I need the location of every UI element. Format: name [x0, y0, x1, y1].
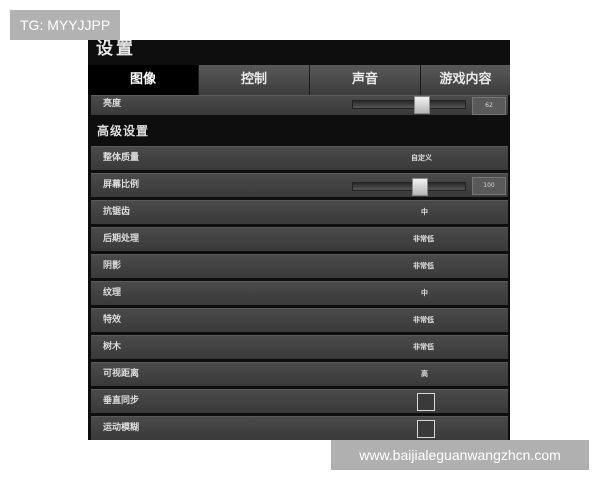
setting-value[interactable]: 非常低: [413, 336, 434, 359]
setting-label: 运动模糊: [103, 423, 140, 433]
setting-value[interactable]: 非常低: [413, 228, 434, 251]
setting-value[interactable]: 自定义: [411, 147, 432, 170]
screen-ratio-value-box[interactable]: 100: [472, 177, 506, 195]
setting-label: 屏幕比例: [103, 180, 140, 190]
setting-label: 树木: [103, 342, 122, 352]
setting-row-view-distance[interactable]: 可视距离 高: [91, 362, 508, 386]
watermark-top-left: TG: MYYJJPP: [10, 10, 121, 40]
brightness-value-box[interactable]: 62: [472, 97, 506, 115]
setting-label: 抗锯齿: [103, 207, 131, 217]
setting-row-overall-quality[interactable]: 整体质量 自定义: [91, 146, 508, 170]
window-title: 设置: [96, 40, 136, 59]
tab-controls[interactable]: 控制: [198, 65, 309, 95]
tab-game-content[interactable]: 游戏内容: [420, 65, 510, 95]
setting-row-trees[interactable]: 树木 非常低: [91, 335, 508, 359]
setting-row-motion-blur: 运动模糊: [91, 416, 508, 440]
brightness-slider[interactable]: [352, 96, 466, 114]
tab-sound[interactable]: 声音: [309, 65, 420, 95]
setting-row-shadows[interactable]: 阴影 非常低: [91, 254, 508, 278]
setting-row-textures[interactable]: 纹理 中: [91, 281, 508, 305]
screen-ratio-slider[interactable]: [352, 178, 466, 196]
setting-label: 可视距离: [103, 369, 140, 379]
slider-thumb[interactable]: [412, 178, 428, 196]
tab-graphics[interactable]: 图像: [88, 65, 198, 95]
setting-row-vsync: 垂直同步: [91, 389, 508, 413]
watermark-bottom-right: www.baijialeguanwangzhcn.com: [331, 440, 589, 470]
settings-window: 设置 图像 控制 声音 游戏内容 亮度 62 高级设置 整体质量 自定义 屏幕比…: [88, 40, 510, 440]
setting-label: 特效: [103, 315, 122, 325]
setting-row-screen-ratio: 屏幕比例 100: [91, 173, 508, 197]
vsync-checkbox[interactable]: [417, 393, 435, 411]
setting-value[interactable]: 非常低: [413, 309, 434, 332]
setting-row-anti-aliasing[interactable]: 抗锯齿 中: [91, 200, 508, 224]
setting-row-brightness: 亮度 62: [91, 95, 508, 115]
setting-label: 后期处理: [103, 234, 140, 244]
setting-value[interactable]: 中: [421, 201, 428, 224]
setting-value[interactable]: 高: [421, 363, 428, 386]
setting-row-post-processing[interactable]: 后期处理 非常低: [91, 227, 508, 251]
setting-label: 亮度: [103, 99, 122, 109]
setting-label: 纹理: [103, 288, 122, 298]
advanced-settings-heading: 高级设置: [97, 124, 150, 138]
motion-blur-checkbox[interactable]: [417, 420, 435, 438]
setting-value[interactable]: 中: [421, 282, 428, 305]
setting-label: 垂直同步: [103, 396, 140, 406]
setting-row-effects[interactable]: 特效 非常低: [91, 308, 508, 332]
setting-label: 整体质量: [103, 153, 140, 163]
setting-label: 阴影: [103, 261, 122, 271]
setting-value[interactable]: 非常低: [413, 255, 434, 278]
settings-tabs: 图像 控制 声音 游戏内容: [88, 65, 510, 95]
slider-thumb[interactable]: [414, 96, 430, 114]
